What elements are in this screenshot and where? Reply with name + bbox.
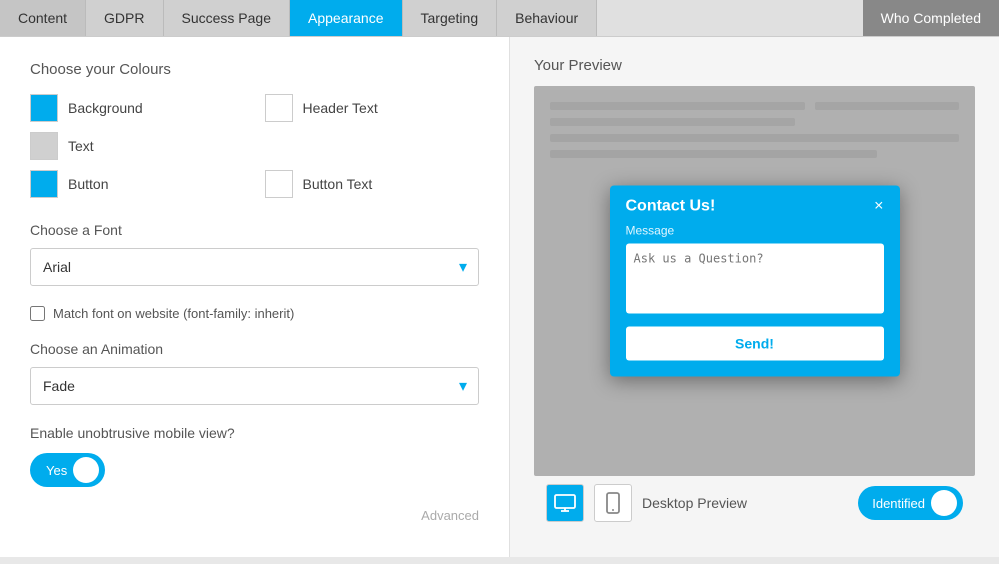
inherit-font-row: Match font on website (font-family: inhe… [30, 306, 479, 321]
preview-modal: Contact Us! × Message Send! [610, 186, 900, 377]
right-panel: Your Preview Contact Us! × M [510, 37, 999, 557]
text-label: Text [68, 138, 94, 154]
animation-title: Choose an Animation [30, 341, 479, 357]
font-title: Choose a Font [30, 222, 479, 238]
bg-line [815, 102, 959, 110]
color-item-header-text: Header Text [265, 94, 480, 122]
mobile-toggle-container: Yes [30, 453, 479, 487]
identified-label: Identified [872, 496, 925, 511]
tab-behaviour[interactable]: Behaviour [497, 0, 597, 36]
modal-header: Contact Us! × [610, 186, 900, 224]
header-text-swatch[interactable] [265, 94, 293, 122]
animation-select[interactable]: Fade Slide Bounce None [30, 367, 479, 405]
left-panel: Choose your Colours Background Header Te… [0, 37, 510, 557]
modal-textarea[interactable] [626, 244, 884, 314]
color-item-text: Text [30, 132, 245, 160]
tab-success-page[interactable]: Success Page [164, 0, 291, 36]
tab-targeting[interactable]: Targeting [403, 0, 498, 36]
mobile-icon[interactable] [594, 484, 632, 522]
color-item-button: Button [30, 170, 245, 198]
color-item-button-text: Button Text [265, 170, 480, 198]
tab-gdpr[interactable]: GDPR [86, 0, 163, 36]
nav-spacer [597, 0, 862, 36]
button-text-label: Button Text [303, 176, 373, 192]
font-section: Choose a Font Arial Georgia Times New Ro… [30, 222, 479, 286]
mobile-label: Enable unobtrusive mobile view? [30, 425, 479, 441]
bg-line [550, 150, 877, 158]
color-item-background: Background [30, 94, 245, 122]
bg-line [550, 134, 959, 142]
background-swatch[interactable] [30, 94, 58, 122]
advanced-link[interactable]: Advanced [421, 508, 479, 523]
modal-field-label: Message [626, 224, 884, 238]
toggle-circle [73, 457, 99, 483]
main-content: Choose your Colours Background Header Te… [0, 37, 999, 557]
modal-body: Message Send! [610, 224, 900, 377]
identified-circle [931, 490, 957, 516]
text-swatch[interactable] [30, 132, 58, 160]
animation-select-wrapper: Fade Slide Bounce None ▾ [30, 367, 479, 405]
button-swatch[interactable] [30, 170, 58, 198]
button-label: Button [68, 176, 108, 192]
button-text-swatch[interactable] [265, 170, 293, 198]
preview-title: Your Preview [534, 57, 975, 74]
animation-section: Choose an Animation Fade Slide Bounce No… [30, 341, 479, 405]
top-nav: Content GDPR Success Page Appearance Tar… [0, 0, 999, 37]
font-select[interactable]: Arial Georgia Times New Roman Verdana [30, 248, 479, 286]
preview-area: Contact Us! × Message Send! [534, 86, 975, 476]
modal-send-button[interactable]: Send! [626, 327, 884, 361]
bg-lines [534, 86, 975, 182]
color-grid: Background Header Text Text Button Butto… [30, 94, 479, 198]
identified-toggle[interactable]: Identified [858, 486, 963, 520]
tab-who-completed[interactable]: Who Completed [863, 0, 999, 36]
desktop-preview-label: Desktop Preview [642, 495, 848, 511]
colours-section-title: Choose your Colours [30, 61, 479, 78]
tab-appearance[interactable]: Appearance [290, 0, 403, 36]
inherit-font-checkbox[interactable] [30, 306, 45, 321]
background-label: Background [68, 100, 143, 116]
desktop-icon[interactable] [546, 484, 584, 522]
advanced-link-container: Advanced [30, 507, 479, 523]
mobile-toggle[interactable]: Yes [30, 453, 105, 487]
font-select-wrapper: Arial Georgia Times New Roman Verdana ▾ [30, 248, 479, 286]
bottom-bar: Desktop Preview Identified [534, 476, 975, 530]
modal-close-icon[interactable]: × [874, 199, 883, 215]
toggle-yes-label: Yes [46, 463, 67, 478]
bg-line [550, 102, 805, 110]
tab-content[interactable]: Content [0, 0, 86, 36]
inherit-font-label: Match font on website (font-family: inhe… [53, 306, 294, 321]
bg-line [550, 118, 795, 126]
modal-title: Contact Us! [626, 198, 716, 216]
mobile-section: Enable unobtrusive mobile view? Yes [30, 425, 479, 487]
header-text-label: Header Text [303, 100, 378, 116]
